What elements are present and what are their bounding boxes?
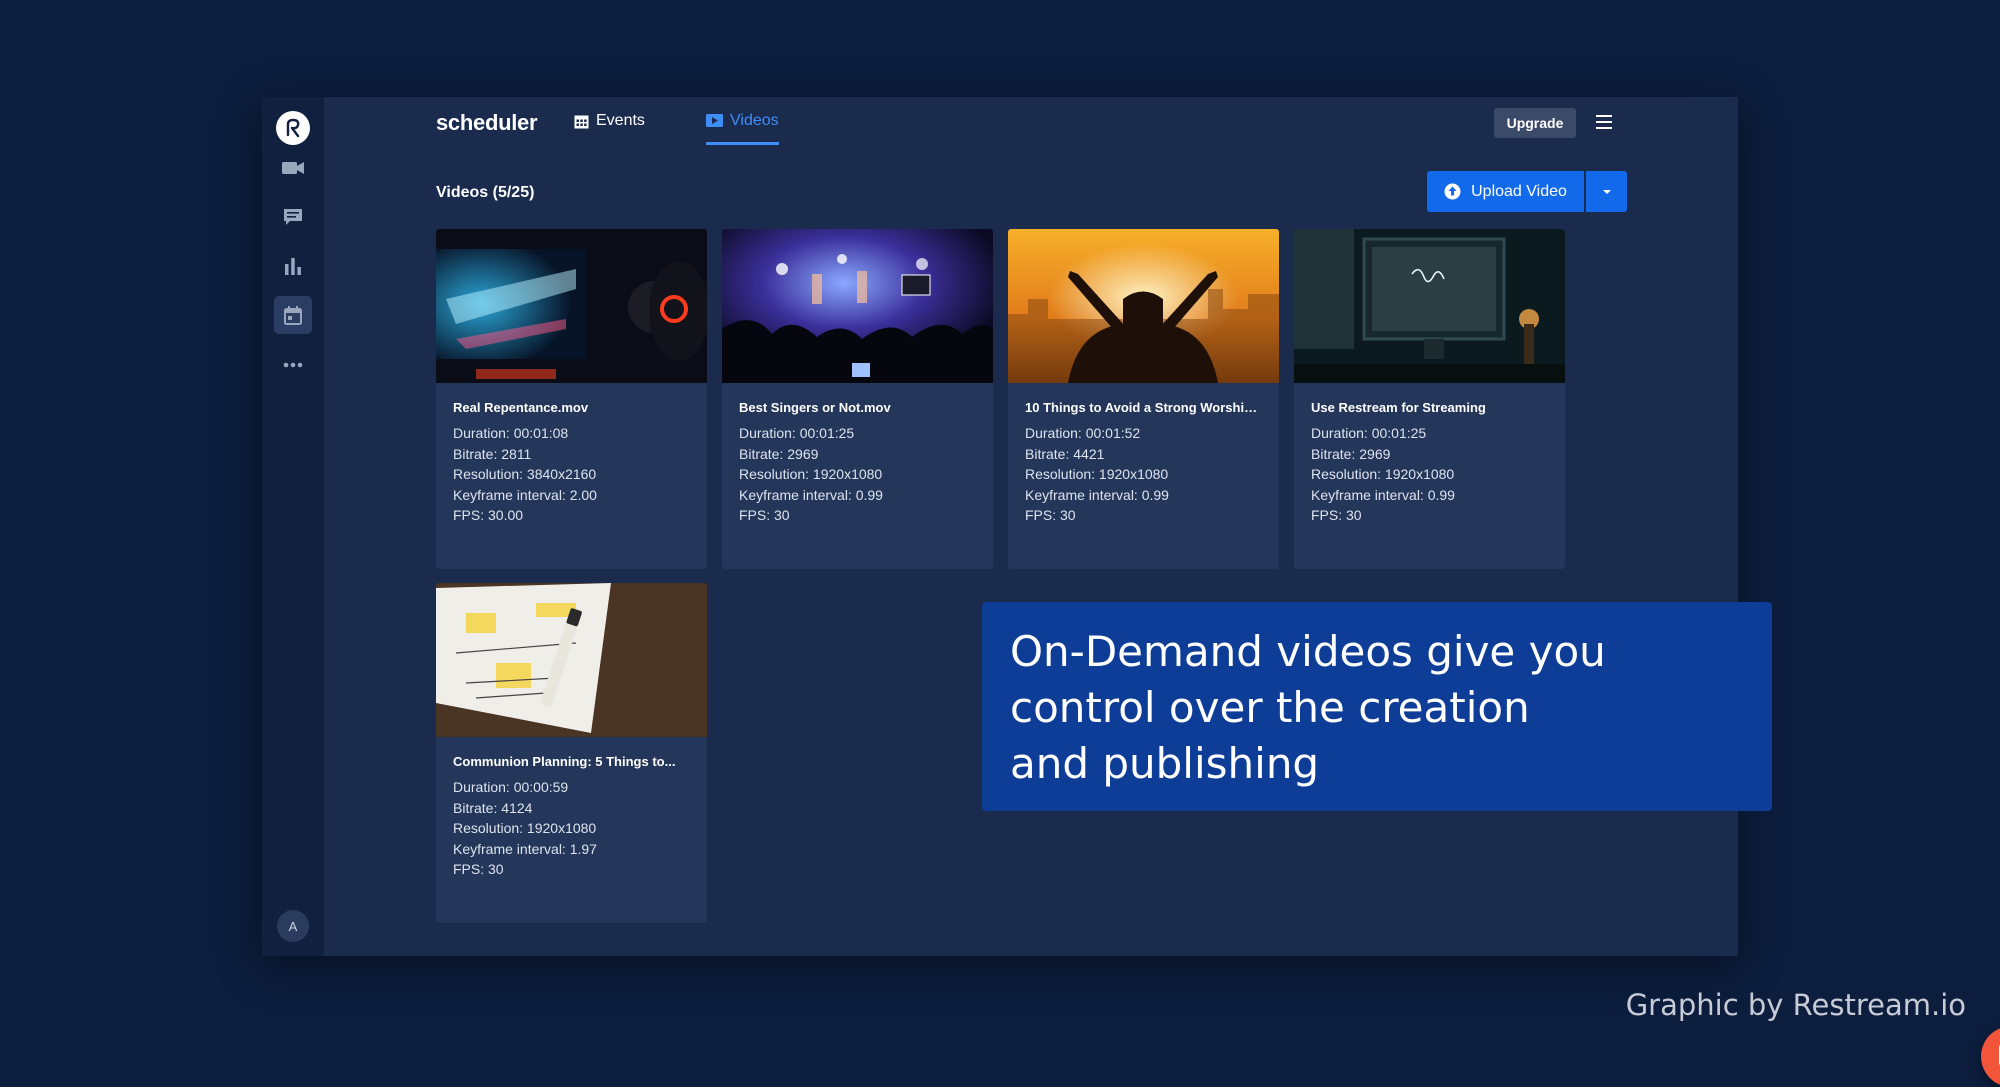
video-bitrate: Bitrate: 2969 (1311, 444, 1548, 465)
tab-events-label: Events (596, 111, 645, 131)
video-bitrate: Bitrate: 4124 (453, 798, 690, 819)
video-duration: Duration: 00:01:52 (1025, 423, 1262, 444)
video-card[interactable]: Communion Planning: 5 Things to... Durat… (436, 583, 707, 923)
upgrade-button[interactable]: Upgrade (1494, 108, 1576, 138)
video-title: Real Repentance.mov (453, 400, 690, 415)
top-bar: scheduler Events Videos Upgrade (324, 97, 1738, 151)
upload-icon (1444, 183, 1461, 200)
video-duration: Duration: 00:01:08 (453, 423, 690, 444)
video-icon (706, 114, 723, 127)
video-resolution: Resolution: 1920x1080 (1025, 464, 1262, 485)
upload-video-label: Upload Video (1471, 183, 1567, 201)
video-keyframe: Keyframe interval: 2.00 (453, 485, 690, 506)
video-title: Communion Planning: 5 Things to... (453, 754, 690, 769)
upload-dropdown-button[interactable] (1586, 171, 1627, 212)
tab-videos-label: Videos (730, 111, 779, 131)
page-title: Videos (5/25) (436, 184, 534, 202)
video-resolution: Resolution: 1920x1080 (739, 464, 976, 485)
video-keyframe: Keyframe interval: 0.99 (1025, 485, 1262, 506)
hamburger-menu-icon[interactable] (1592, 110, 1616, 134)
app-window: A scheduler Events Videos Upgrade Videos… (262, 97, 1738, 956)
video-thumbnail (722, 229, 993, 383)
video-bitrate: Bitrate: 2811 (453, 444, 690, 465)
video-card[interactable]: Use Restream for Streaming Duration: 00:… (1294, 229, 1565, 569)
video-fps: FPS: 30 (1025, 505, 1262, 526)
chat-support-button[interactable] (1981, 1026, 2000, 1087)
restream-logo-icon (282, 117, 304, 139)
video-fps: FPS: 30 (453, 859, 690, 880)
video-keyframe: Keyframe interval: 0.99 (739, 485, 976, 506)
analytics-icon[interactable] (274, 247, 312, 285)
video-fps: FPS: 30 (1311, 505, 1548, 526)
banner-line-2: control over the creation (1010, 680, 1744, 736)
video-fps: FPS: 30.00 (453, 505, 690, 526)
video-keyframe: Keyframe interval: 0.99 (1311, 485, 1548, 506)
video-title: Use Restream for Streaming (1311, 400, 1548, 415)
promo-banner: On-Demand videos give you control over t… (982, 602, 1772, 811)
video-thumbnail (1294, 229, 1565, 383)
video-thumbnail (436, 583, 707, 737)
more-icon[interactable] (274, 346, 312, 384)
banner-line-1: On-Demand videos give you (1010, 624, 1744, 680)
video-resolution: Resolution: 1920x1080 (453, 818, 690, 839)
scheduler-icon[interactable] (274, 296, 312, 334)
video-bitrate: Bitrate: 4421 (1025, 444, 1262, 465)
graphic-credit: Graphic by Restream.io (1626, 988, 1966, 1022)
calendar-icon (574, 114, 589, 129)
video-card[interactable]: Best Singers or Not.mov Duration: 00:01:… (722, 229, 993, 569)
video-thumbnail (436, 229, 707, 383)
sidebar: A (262, 97, 324, 956)
chat-icon[interactable] (274, 198, 312, 236)
video-duration: Duration: 00:01:25 (1311, 423, 1548, 444)
video-thumbnail (1008, 229, 1279, 383)
video-duration: Duration: 00:00:59 (453, 777, 690, 798)
video-bitrate: Bitrate: 2969 (739, 444, 976, 465)
tab-events[interactable]: Events (574, 111, 645, 145)
restream-logo[interactable] (276, 111, 310, 145)
video-duration: Duration: 00:01:25 (739, 423, 976, 444)
video-title: Best Singers or Not.mov (739, 400, 976, 415)
tab-videos[interactable]: Videos (706, 111, 779, 145)
video-resolution: Resolution: 3840x2160 (453, 464, 690, 485)
video-card[interactable]: 10 Things to Avoid a Strong Worship... D… (1008, 229, 1279, 569)
banner-line-3: and publishing (1010, 736, 1744, 792)
video-fps: FPS: 30 (739, 505, 976, 526)
video-card[interactable]: Real Repentance.mov Duration: 00:01:08 B… (436, 229, 707, 569)
main-content: Videos (5/25) Upload Video (324, 151, 1738, 956)
brand-title: scheduler (436, 110, 537, 136)
upload-video-button[interactable]: Upload Video (1427, 171, 1584, 212)
video-camera-icon[interactable] (274, 149, 312, 187)
avatar[interactable]: A (277, 910, 309, 942)
video-title: 10 Things to Avoid a Strong Worship... (1025, 400, 1262, 415)
video-resolution: Resolution: 1920x1080 (1311, 464, 1548, 485)
upload-button-group: Upload Video (1427, 171, 1627, 212)
video-keyframe: Keyframe interval: 1.97 (453, 839, 690, 860)
chevron-down-icon (1602, 189, 1612, 195)
